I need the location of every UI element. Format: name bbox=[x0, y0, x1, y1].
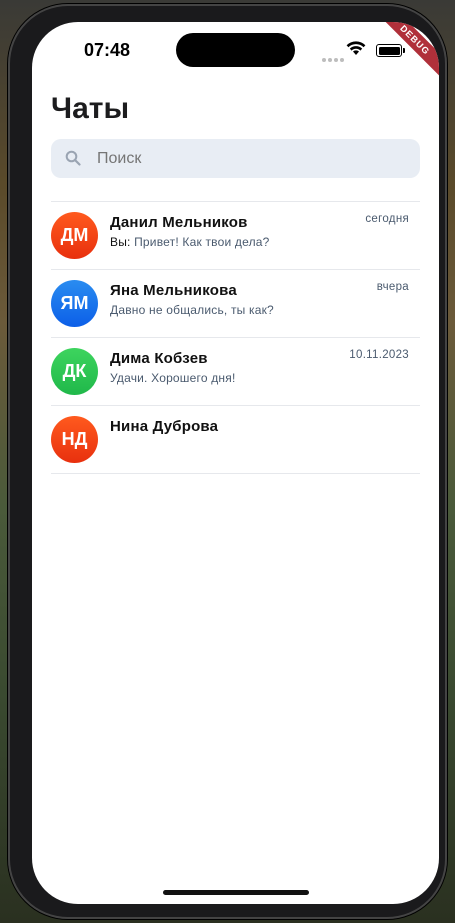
sender-prefix: Вы: bbox=[110, 235, 135, 249]
chat-item[interactable]: ЯМ Яна Мельникова Давно не общались, ты … bbox=[51, 269, 420, 337]
chat-time: вчера bbox=[376, 281, 409, 293]
chat-preview: Удачи. Хорошего дня! bbox=[110, 371, 236, 385]
chat-preview: Давно не общались, ты как? bbox=[110, 303, 274, 317]
avatar: ДК bbox=[51, 348, 98, 395]
message-text: Привет! Как твои дела? bbox=[134, 235, 270, 249]
dynamic-island bbox=[176, 33, 295, 67]
screen: 07:48 DEBUG Чаты ДМ bbox=[32, 22, 439, 904]
message-text: Давно не общались, ты как? bbox=[110, 303, 274, 317]
cellular-signal-icon bbox=[322, 49, 346, 67]
avatar: ДМ bbox=[51, 212, 98, 259]
avatar: ЯМ bbox=[51, 280, 98, 327]
home-indicator[interactable] bbox=[163, 890, 309, 895]
message-text: Удачи. Хорошего дня! bbox=[110, 371, 236, 385]
battery-icon bbox=[376, 44, 405, 57]
phone-frame: 07:48 DEBUG Чаты ДМ bbox=[8, 4, 447, 919]
search-input[interactable] bbox=[97, 139, 397, 178]
chat-name: Яна Мельникова bbox=[110, 282, 237, 299]
chat-item[interactable]: ДК Дима Кобзев Удачи. Хорошего дня! 10.1… bbox=[51, 337, 420, 405]
chat-name: Данил Мельников bbox=[110, 214, 248, 231]
chat-time: 10.11.2023 bbox=[349, 349, 409, 361]
chat-list: ДМ Данил Мельников Вы: Привет! Как твои … bbox=[51, 201, 420, 474]
chat-time: сегодня bbox=[365, 213, 409, 225]
chat-preview: Вы: Привет! Как твои дела? bbox=[110, 235, 270, 249]
page-title: Чаты bbox=[51, 92, 130, 125]
chat-item[interactable]: НД Нина Дуброва bbox=[51, 405, 420, 474]
chat-name: Нина Дуброва bbox=[110, 418, 219, 435]
status-time: 07:48 bbox=[84, 40, 131, 60]
chat-name: Дима Кобзев bbox=[110, 350, 208, 367]
search-bar[interactable] bbox=[51, 139, 420, 178]
wifi-icon bbox=[346, 41, 366, 61]
chat-item[interactable]: ДМ Данил Мельников Вы: Привет! Как твои … bbox=[51, 201, 420, 269]
avatar: НД bbox=[51, 416, 98, 463]
search-icon bbox=[65, 150, 81, 171]
